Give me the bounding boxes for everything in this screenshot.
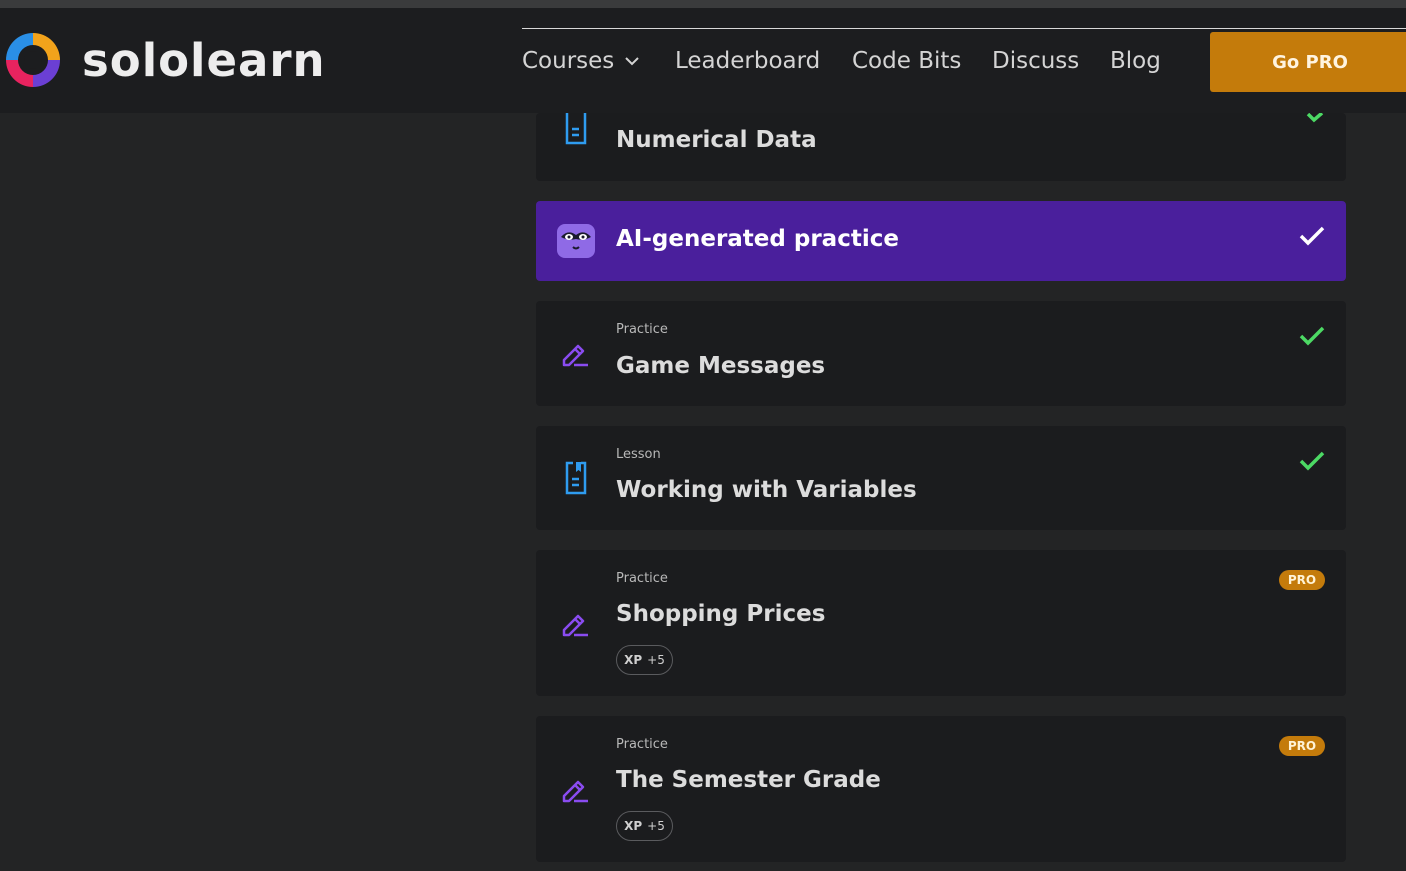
logo-wordmark: sololearn <box>82 33 326 87</box>
nav-discuss[interactable]: Discuss <box>992 48 1110 74</box>
xp-value: +5 <box>647 819 665 833</box>
practice-pencil-icon <box>562 780 588 803</box>
ai-robot-icon <box>557 224 595 258</box>
item-kind: Practice <box>616 571 668 586</box>
browser-top-strip <box>0 0 1406 8</box>
chevron-down-icon <box>625 57 639 66</box>
item-kind: Practice <box>616 322 668 337</box>
nav-leaderboard[interactable]: Leaderboard <box>675 48 852 74</box>
nav-courses[interactable]: Courses <box>522 48 675 74</box>
lesson-document-icon <box>565 461 587 495</box>
list-item-semester-grade[interactable]: Practice The Semester Grade PRO XP +5 <box>536 716 1346 862</box>
list-item-shopping-prices[interactable]: Practice Shopping Prices PRO XP +5 <box>536 550 1346 696</box>
xp-chip: XP +5 <box>616 645 673 675</box>
item-title: AI-generated practice <box>616 226 899 252</box>
item-title: Shopping Prices <box>616 601 826 627</box>
sololearn-logo-icon <box>6 33 60 87</box>
item-title: Working with Variables <box>616 477 917 503</box>
xp-chip: XP +5 <box>616 811 673 841</box>
xp-label: XP <box>624 819 643 833</box>
xp-label: XP <box>624 653 643 667</box>
pro-badge: PRO <box>1279 736 1325 756</box>
practice-pencil-icon <box>562 614 588 637</box>
item-title: The Semester Grade <box>616 767 881 793</box>
item-title: Game Messages <box>616 353 826 379</box>
lesson-document-icon <box>565 113 587 145</box>
header-divider <box>522 28 1406 29</box>
item-title: Numerical Data <box>616 127 817 153</box>
main-nav: Courses Leaderboard Code Bits Discuss Bl… <box>522 42 1190 80</box>
sololearn-logo[interactable]: sololearn <box>2 29 326 91</box>
completed-check-icon <box>1299 326 1325 346</box>
nav-courses-label: Courses <box>522 48 615 74</box>
pro-badge: PRO <box>1279 570 1325 590</box>
completed-check-icon <box>1299 226 1325 246</box>
list-item-numerical-data[interactable]: Numerical Data <box>536 113 1346 181</box>
nav-code-bits[interactable]: Code Bits <box>852 48 992 74</box>
item-kind: Lesson <box>616 447 661 462</box>
list-item-working-with-variables[interactable]: Lesson Working with Variables <box>536 426 1346 530</box>
list-item-game-messages[interactable]: Practice Game Messages <box>536 301 1346 406</box>
go-pro-button[interactable]: Go PRO <box>1210 32 1406 92</box>
item-kind: Practice <box>616 737 668 752</box>
practice-pencil-icon <box>562 344 588 367</box>
completed-check-icon <box>1306 113 1324 123</box>
nav-blog[interactable]: Blog <box>1110 48 1190 74</box>
list-item-ai-practice[interactable]: AI-generated practice <box>536 201 1346 281</box>
xp-value: +5 <box>647 653 665 667</box>
completed-check-icon <box>1299 451 1325 471</box>
